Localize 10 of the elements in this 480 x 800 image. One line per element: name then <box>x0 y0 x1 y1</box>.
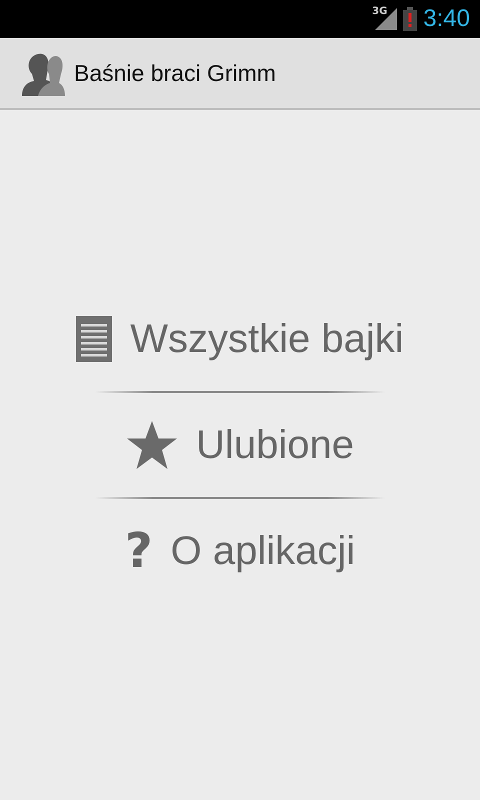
star-icon <box>126 420 178 470</box>
list-icon <box>76 316 112 362</box>
menu-item[interactable]: ? O aplikacji <box>114 499 366 603</box>
menu-item[interactable]: Ulubione <box>116 393 364 497</box>
battery-icon <box>403 7 418 31</box>
network-type: 3G <box>372 6 388 17</box>
app-title: Baśnie braci Grimm <box>74 60 276 86</box>
clock-time: 3:40 <box>423 5 470 33</box>
menu-item[interactable]: Wszystkie bajki <box>66 287 414 391</box>
help-icon: ? <box>124 523 153 579</box>
